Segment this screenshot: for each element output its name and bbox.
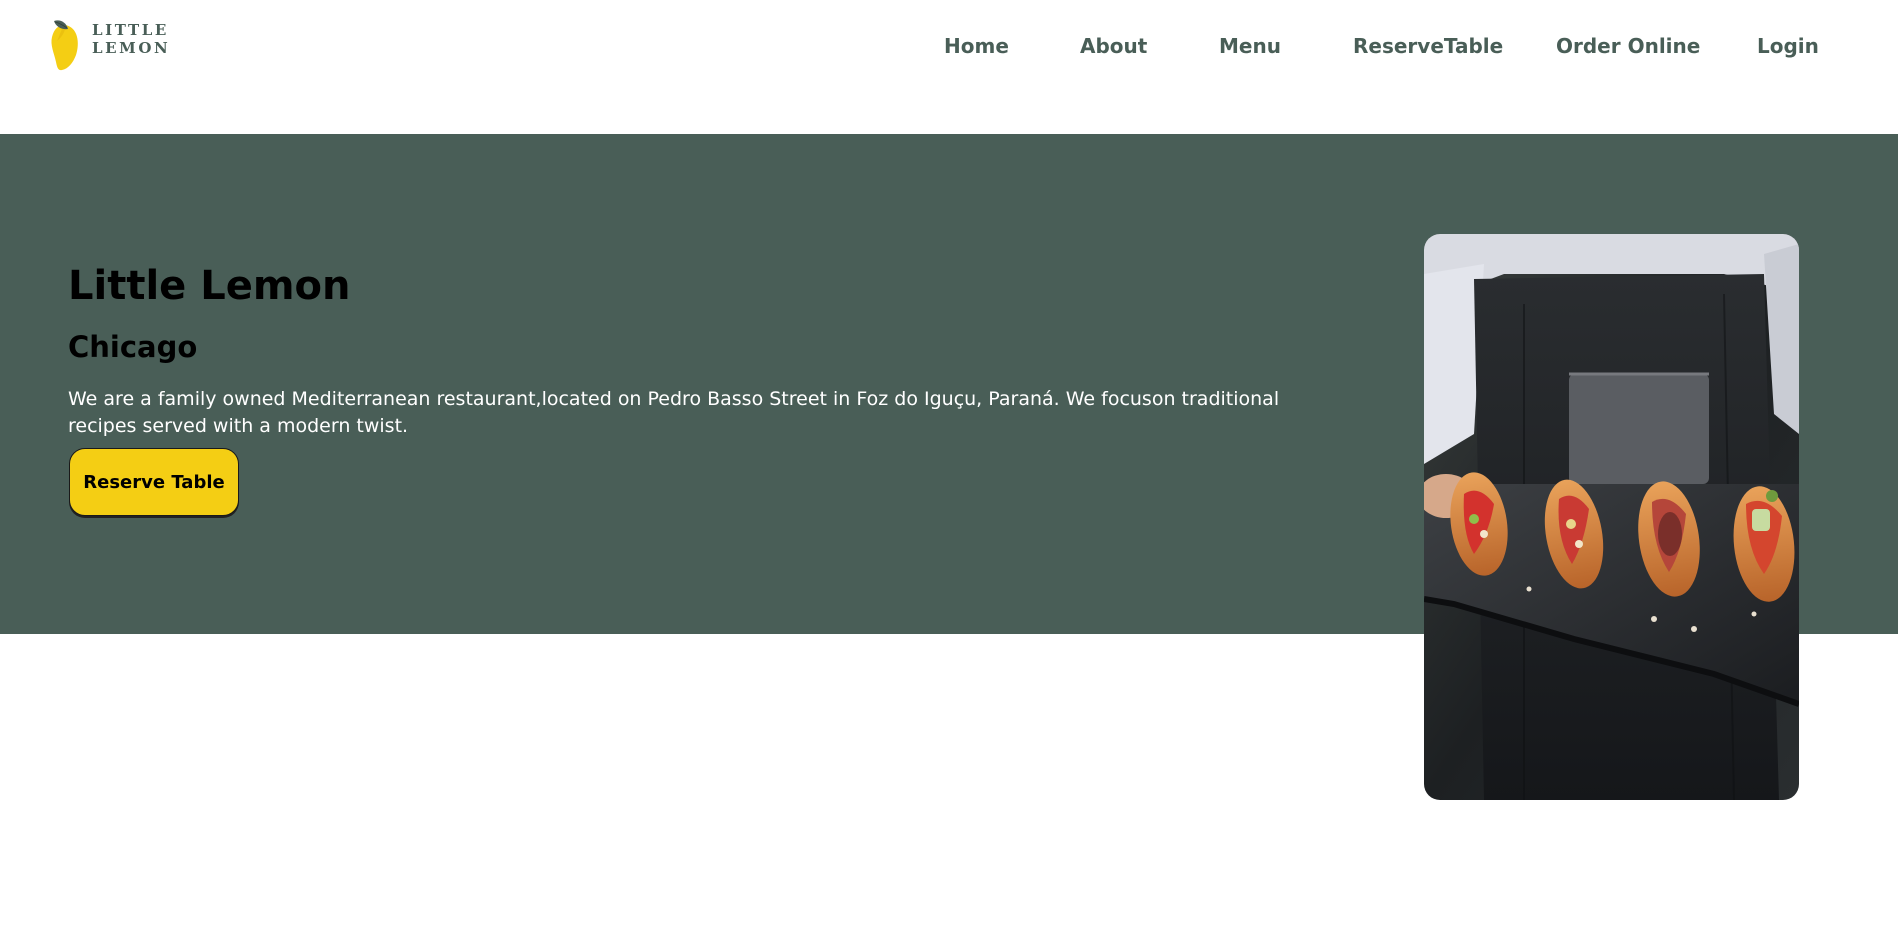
hero-subtitle: Chicago <box>68 330 198 364</box>
reserve-table-button[interactable]: Reserve Table <box>69 448 239 516</box>
nav-item-login[interactable]: Login <box>1757 34 1819 58</box>
main-nav: Home About Menu ReserveTable Order Onlin… <box>0 34 1898 62</box>
hero-title: Little Lemon <box>68 263 351 309</box>
nav-item-about[interactable]: About <box>1080 34 1147 58</box>
nav-item-home[interactable]: Home <box>944 34 1009 58</box>
hero-food-photo <box>1424 234 1799 800</box>
nav-item-menu[interactable]: Menu <box>1219 34 1281 58</box>
food-platter-photo-icon <box>1424 234 1799 800</box>
site-header: LITTLE LEMON Home About Menu ReserveTabl… <box>0 0 1898 134</box>
nav-item-reserve-table[interactable]: ReserveTable <box>1353 34 1503 58</box>
hero-description: We are a family owned Mediterranean rest… <box>68 388 1280 437</box>
nav-item-order-online[interactable]: Order Online <box>1556 34 1700 58</box>
